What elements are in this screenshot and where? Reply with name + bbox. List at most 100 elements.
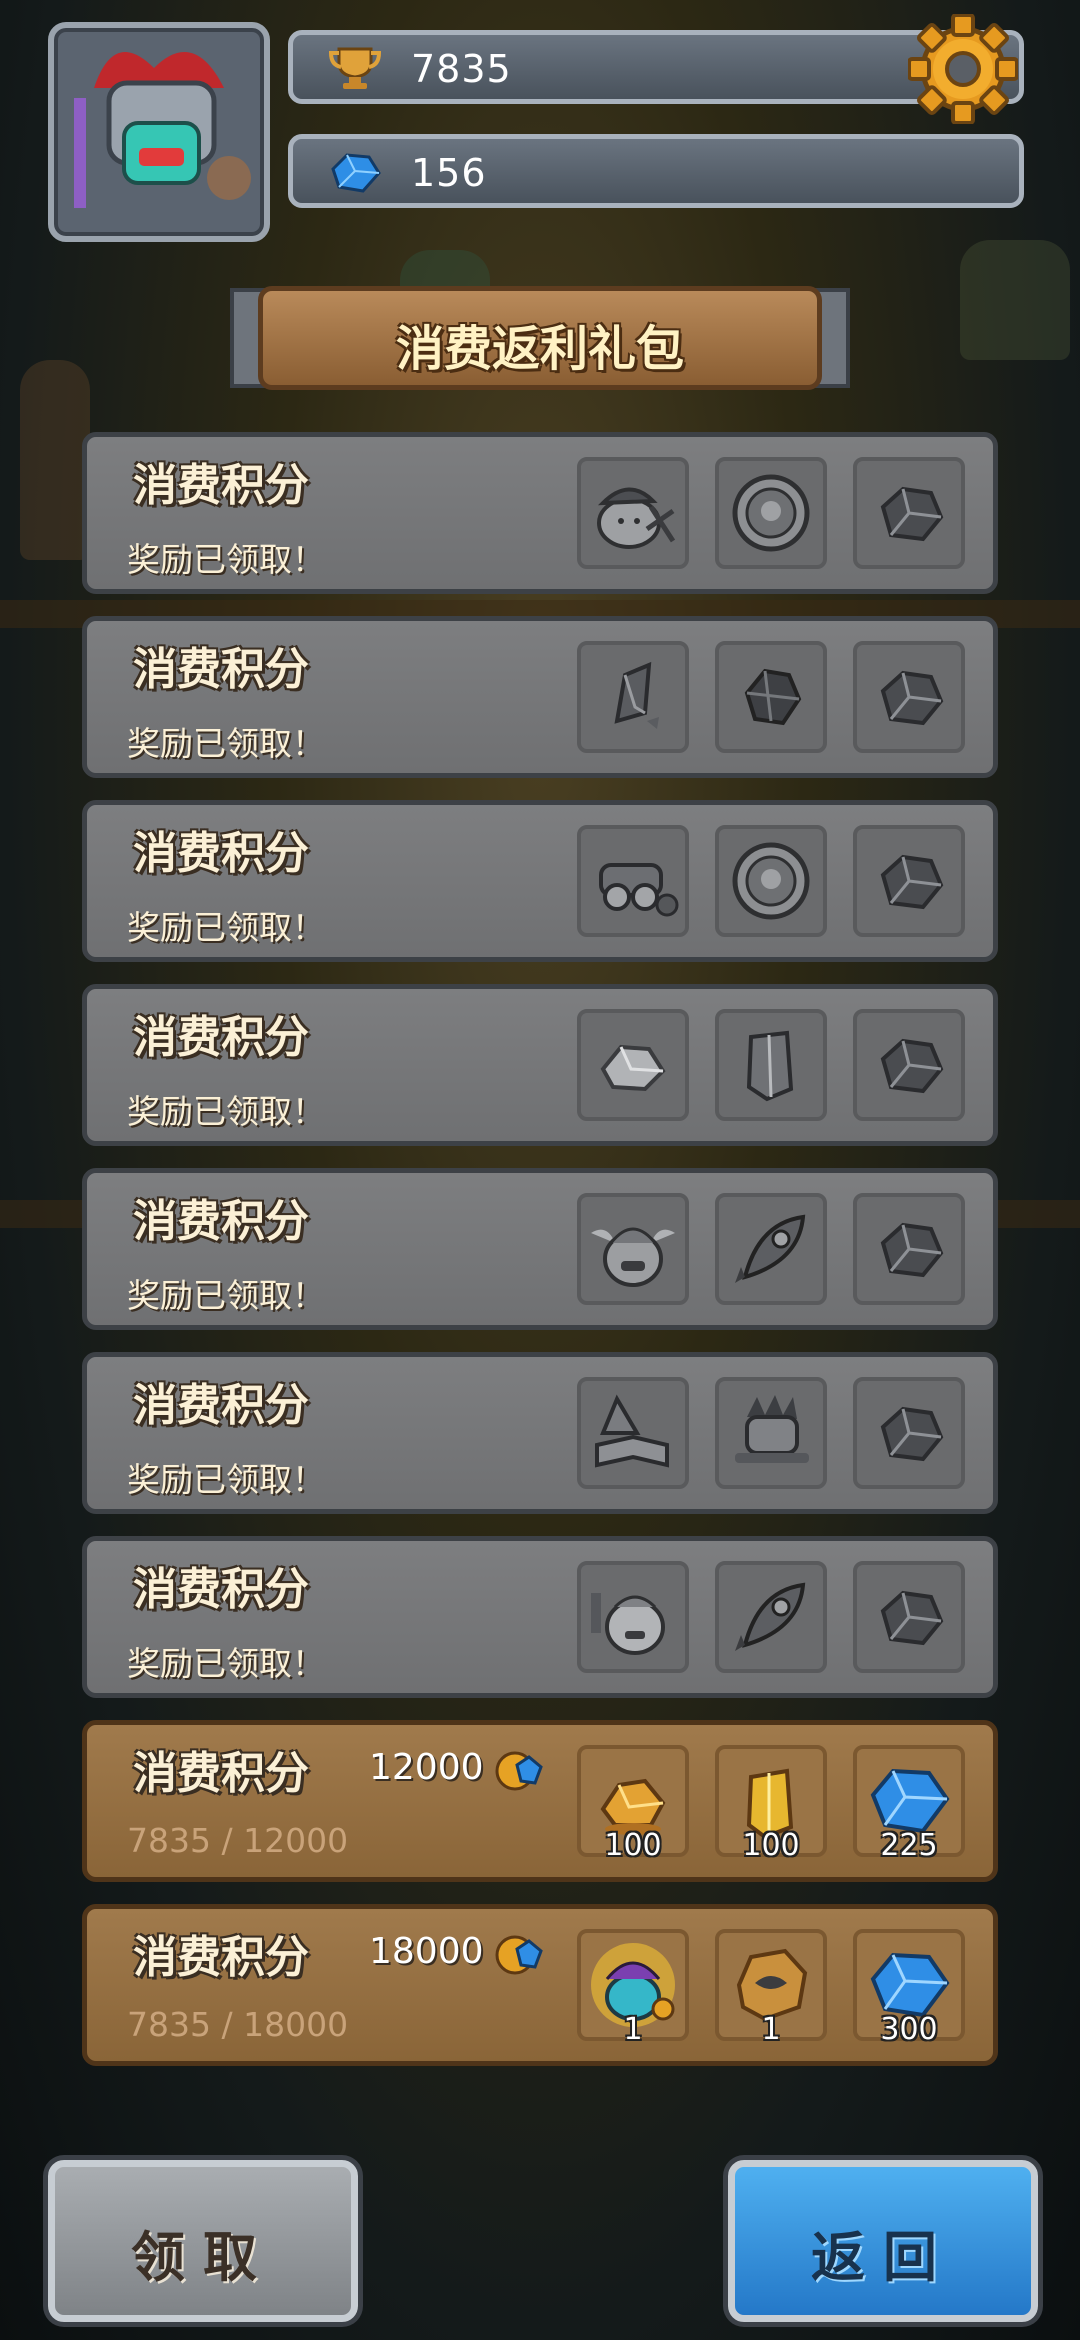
ore-chunk-icon <box>880 854 944 910</box>
reward-slot[interactable]: 100 <box>715 1745 827 1863</box>
wizard-book-icon <box>595 1394 669 1468</box>
gear-icon[interactable] <box>908 14 1018 124</box>
back-button-label: 返回 <box>811 2226 955 2289</box>
reward-row-claimed: 消费积分奖励已领取！ <box>82 1168 998 1330</box>
reward-slot[interactable]: 300 <box>853 1929 965 2047</box>
reward-quantity: 1 <box>623 2012 643 2047</box>
reward-slot[interactable] <box>715 825 827 937</box>
reward-slot[interactable] <box>853 641 965 753</box>
row-title: 消费积分 <box>133 1564 309 1615</box>
row-status: 奖励已领取！ <box>127 1092 325 1131</box>
ore-chunk-icon <box>880 670 944 726</box>
reward-slot[interactable] <box>715 1009 827 1121</box>
claim-button[interactable]: 领取 <box>48 2160 358 2322</box>
row-cost: 18000 <box>369 1931 484 1972</box>
page-title: 消费返利礼包 <box>395 321 684 377</box>
reward-quantity: 225 <box>880 1828 938 1863</box>
reward-slot[interactable] <box>853 1561 965 1673</box>
reward-slot[interactable]: 225 <box>853 1745 965 1863</box>
claim-button-label: 领取 <box>131 2226 275 2289</box>
reward-quantity: 100 <box>604 1828 662 1863</box>
reward-row-claimed: 消费积分奖励已领取！ <box>82 432 998 594</box>
reward-slot[interactable] <box>715 641 827 753</box>
ore-chunk-icon <box>880 486 944 542</box>
knight-helmet-icon <box>735 1395 809 1463</box>
reward-slot[interactable] <box>853 825 965 937</box>
goggles-hat-icon <box>599 863 679 917</box>
blue-gem-icon <box>331 153 381 193</box>
row-status: 奖励已领取！ <box>127 1644 325 1683</box>
reward-row-claimed: 消费积分奖励已领取！ <box>82 800 998 962</box>
points-coin-icon <box>495 1751 543 1791</box>
reward-slot[interactable] <box>853 1193 965 1305</box>
row-title: 消费积分 <box>133 1012 309 1063</box>
row-title: 消费积分 <box>133 828 309 879</box>
row-status: 奖励已领取！ <box>127 1460 325 1499</box>
reward-quantity: 100 <box>742 1828 800 1863</box>
row-title: 消费积分 <box>133 460 309 511</box>
background-bottle <box>20 360 90 560</box>
row-status: 奖励已领取！ <box>127 908 325 947</box>
reward-slot[interactable] <box>853 1377 965 1489</box>
rock-piece-icon <box>600 1044 666 1092</box>
reward-row-pending: 消费积分 7835 / 12000 12000 100 100 225 <box>82 1720 998 1882</box>
title-plaque: 消费返利礼包 <box>258 286 822 390</box>
reward-slot[interactable]: 1 <box>715 1929 827 2047</box>
reward-row-claimed: 消费积分奖励已领取！ <box>82 1536 998 1698</box>
silver-coin-icon <box>732 474 810 552</box>
reward-slot[interactable] <box>715 457 827 569</box>
armored-blob-icon <box>591 1593 665 1655</box>
row-status: 7835 / 18000 <box>127 2005 349 2044</box>
knight-avatar-icon <box>74 52 251 208</box>
row-status: 奖励已领取！ <box>127 724 325 763</box>
gem-count: 156 <box>411 151 487 195</box>
reward-slot[interactable] <box>853 1009 965 1121</box>
trophy-count: 7835 <box>411 47 512 91</box>
reward-slot[interactable] <box>577 825 689 937</box>
row-title: 消费积分 <box>133 644 309 695</box>
trophy-icon <box>328 47 382 89</box>
winged-hero-icon <box>591 1227 675 1287</box>
row-title: 消费积分 <box>133 1196 309 1247</box>
reward-row-claimed: 消费积分奖励已领取！ <box>82 616 998 778</box>
row-title: 消费积分 <box>133 1748 309 1799</box>
ore-chunk-icon <box>880 1038 944 1094</box>
reward-slot[interactable] <box>715 1193 827 1305</box>
ore-chunk-icon <box>880 1590 944 1646</box>
reward-slot[interactable]: 1 <box>577 1929 689 2047</box>
reward-row-claimed: 消费积分奖励已领取！ <box>82 984 998 1146</box>
row-title: 消费积分 <box>133 1932 309 1983</box>
row-title: 消费积分 <box>133 1380 309 1431</box>
reward-slot[interactable] <box>577 1561 689 1673</box>
reward-quantity: 300 <box>880 2012 938 2047</box>
points-coin-icon <box>495 1935 543 1975</box>
reward-slot[interactable] <box>577 1193 689 1305</box>
rough-gem-icon <box>744 668 802 726</box>
reward-slot[interactable]: 100 <box>577 1745 689 1863</box>
reward-row-pending: 消费积分 7835 / 18000 18000 1 1 300 <box>82 1904 998 2066</box>
miner-blob-icon <box>597 487 676 549</box>
ore-chunk-icon <box>880 1406 944 1462</box>
reward-slot[interactable] <box>715 1377 827 1489</box>
reward-slot[interactable] <box>715 1561 827 1673</box>
rocket-icon <box>735 1214 806 1283</box>
crystal-shard-icon <box>614 661 659 729</box>
row-status: 奖励已领取！ <box>127 1276 325 1315</box>
crystal-pillar-icon <box>746 1030 794 1102</box>
background-bottle <box>960 240 1070 360</box>
ore-chunk-icon <box>880 1222 944 1278</box>
reward-quantity: 1 <box>761 2012 781 2047</box>
reward-slot[interactable] <box>577 457 689 569</box>
reward-slot[interactable] <box>577 641 689 753</box>
reward-slot[interactable] <box>577 1009 689 1121</box>
row-status: 奖励已领取！ <box>127 540 325 579</box>
silver-coin-icon <box>732 842 810 920</box>
reward-slot[interactable] <box>853 457 965 569</box>
reward-slot[interactable] <box>577 1377 689 1489</box>
back-button[interactable]: 返回 <box>728 2160 1038 2322</box>
reward-row-claimed: 消费积分奖励已领取！ <box>82 1352 998 1514</box>
rocket-icon <box>735 1582 806 1651</box>
player-avatar[interactable] <box>48 22 270 242</box>
row-cost: 12000 <box>369 1747 484 1788</box>
gem-bar: 156 <box>288 134 1024 208</box>
